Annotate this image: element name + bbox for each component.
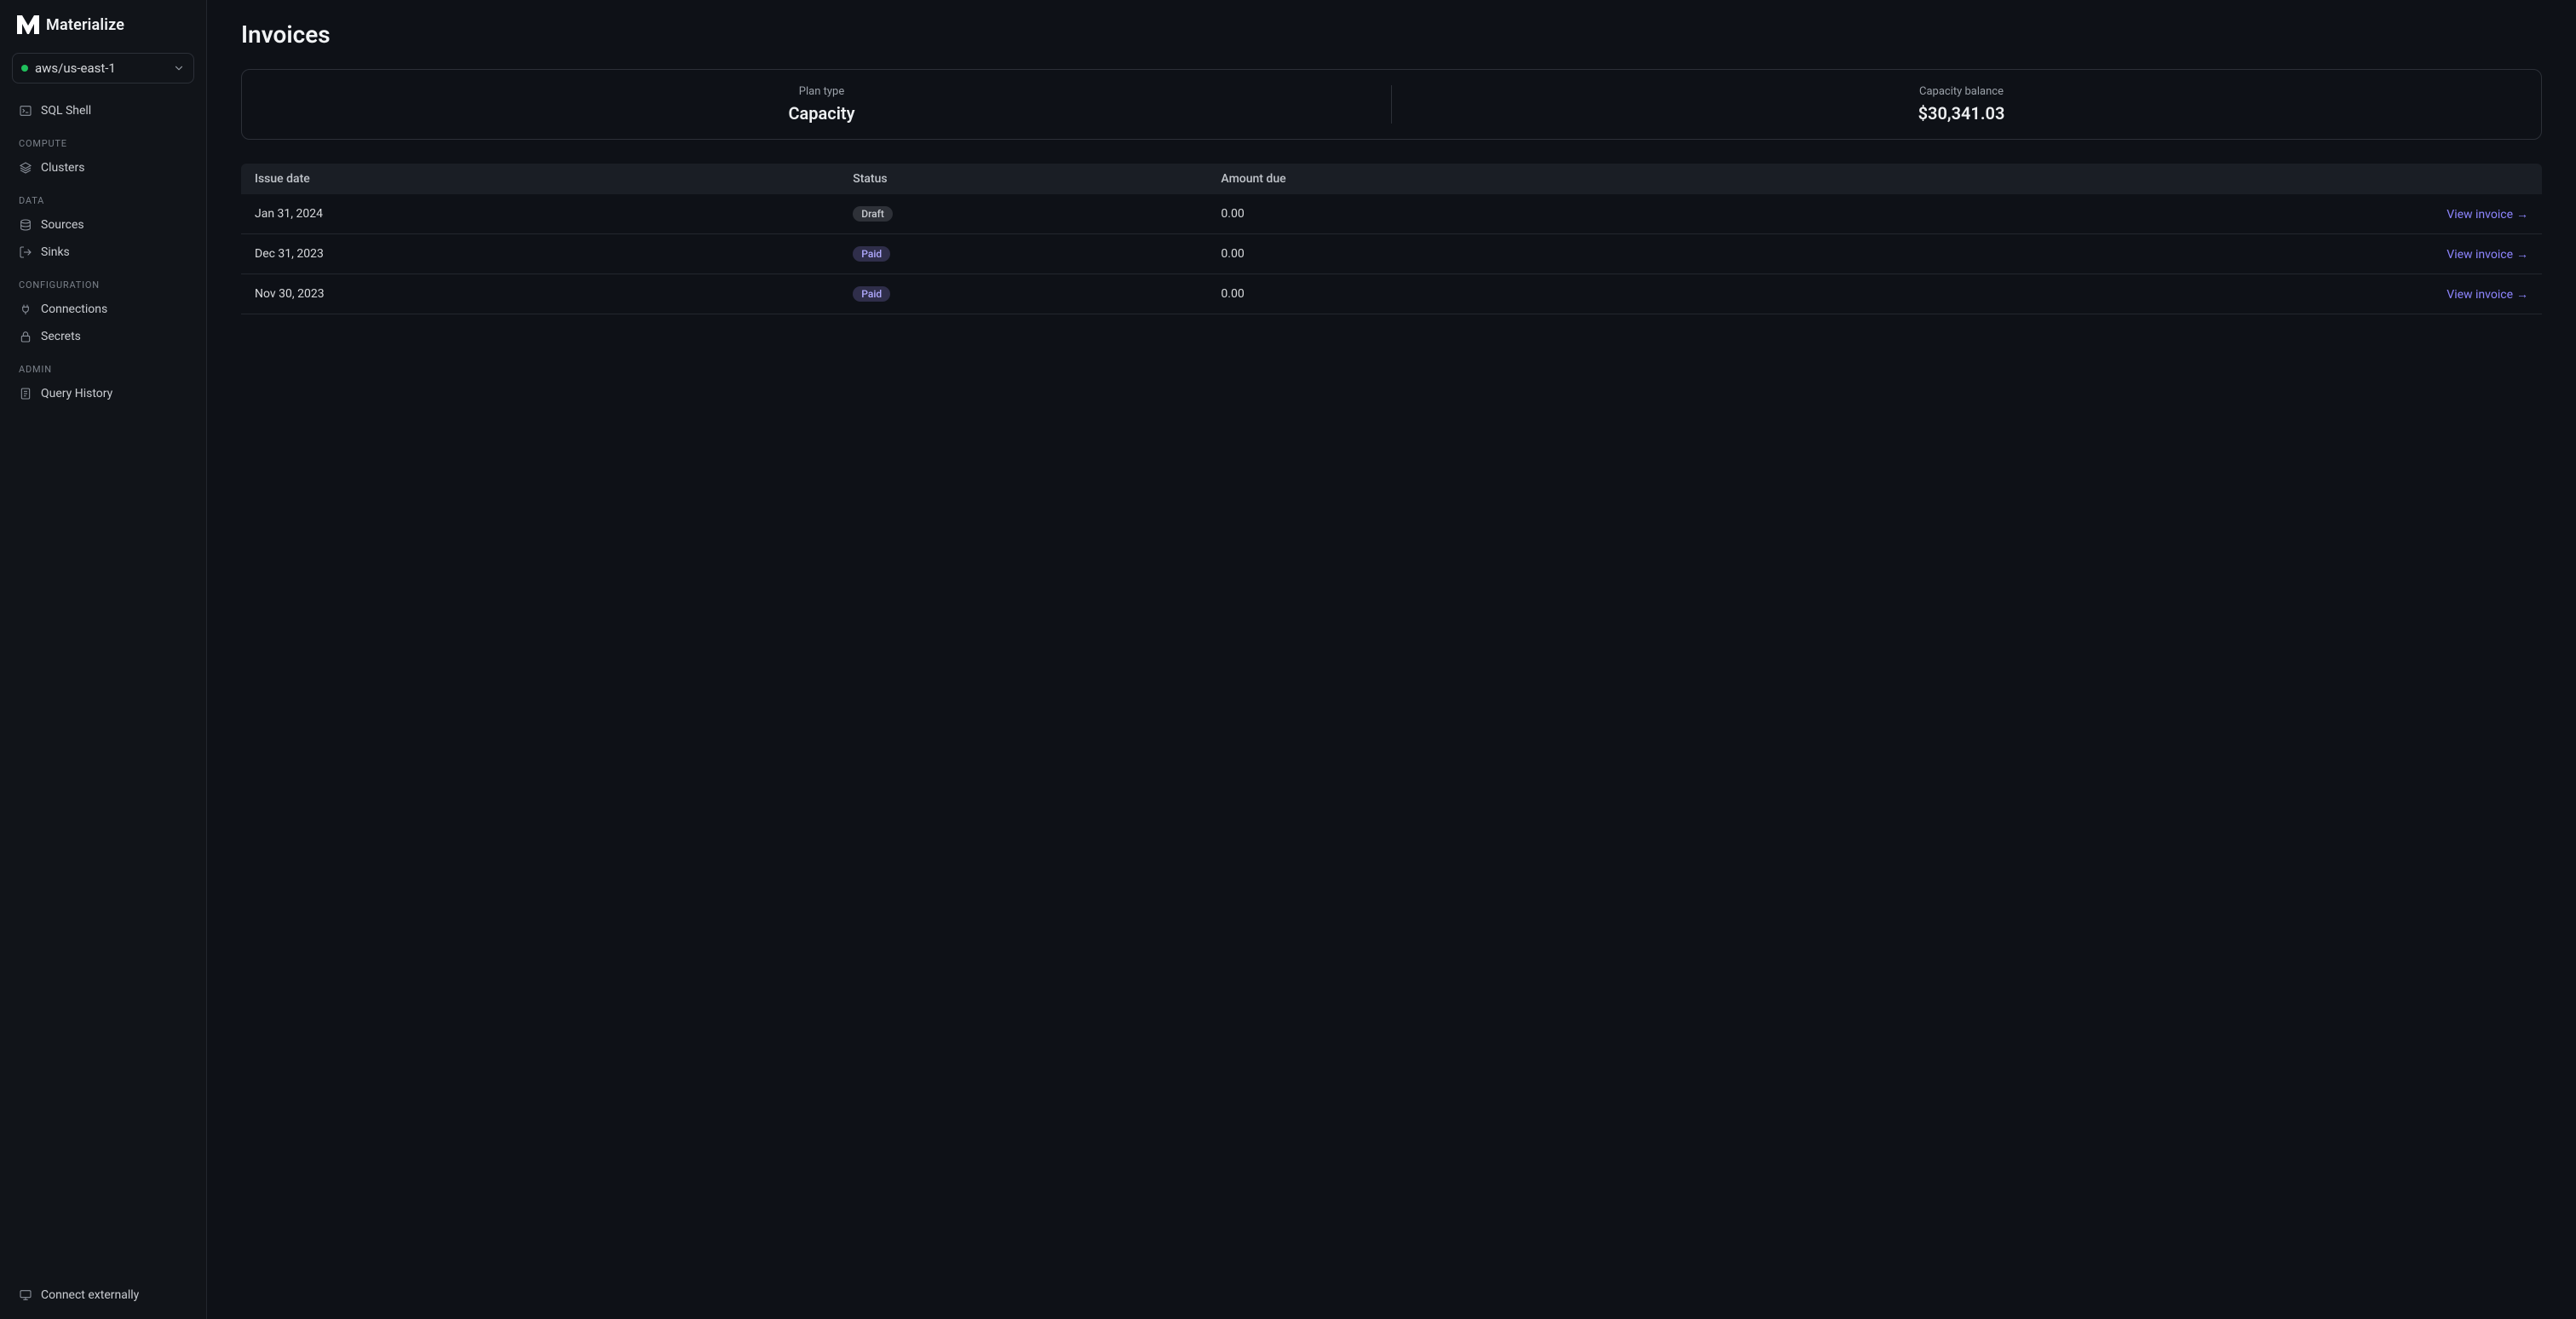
cell-action: View invoice→ [2082,274,2542,314]
sidebar-item-clusters[interactable]: Clusters [12,154,194,181]
summary-value: $30,341.03 [1402,103,2521,124]
cell-status: Draft [839,194,1207,234]
sidebar-item-label: SQL Shell [41,104,91,118]
arrow-right-icon: → [2516,208,2528,222]
summary-plan-type: Plan type Capacity [262,85,1381,124]
arrow-right-icon: → [2516,288,2528,302]
table-row: Dec 31, 2023 Paid 0.00 View invoice→ [241,234,2542,274]
sidebar-item-query-history[interactable]: Query History [12,380,194,407]
sidebar-item-label: Connections [41,302,107,316]
sidebar-item-label: Connect externally [41,1288,139,1302]
col-header-action [2082,164,2542,194]
sidebar-item-sources[interactable]: Sources [12,211,194,239]
sidebar-item-connections[interactable]: Connections [12,296,194,323]
nav-section-compute: COMPUTE [12,130,194,154]
cell-issue-date: Nov 30, 2023 [241,274,839,314]
brand[interactable]: Materialize [12,15,194,34]
col-header-issue-date: Issue date [241,164,839,194]
region-label: aws/us-east-1 [35,60,116,76]
view-invoice-link[interactable]: View invoice→ [2447,208,2528,222]
table-row: Jan 31, 2024 Draft 0.00 View invoice→ [241,194,2542,234]
view-invoice-link[interactable]: View invoice→ [2447,288,2528,302]
document-icon [19,387,32,400]
table-header-row: Issue date Status Amount due [241,164,2542,194]
invoices-table: Issue date Status Amount due Jan 31, 202… [241,164,2542,314]
page-title: Invoices [241,20,2542,49]
col-header-amount-due: Amount due [1207,164,2081,194]
view-invoice-link[interactable]: View invoice→ [2447,248,2528,262]
status-badge: Draft [853,206,893,222]
main-content: Invoices Plan type Capacity Capacity bal… [207,0,2576,1319]
sidebar-item-label: Clusters [41,161,84,175]
cell-action: View invoice→ [2082,194,2542,234]
nav-section-admin: ADMIN [12,355,194,380]
sidebar-item-secrets[interactable]: Secrets [12,323,194,350]
sidebar-item-label: Secrets [41,330,81,343]
region-switcher[interactable]: aws/us-east-1 [12,53,194,84]
cell-amount-due: 0.00 [1207,274,2081,314]
sidebar-item-label: Query History [41,387,112,400]
cell-issue-date: Jan 31, 2024 [241,194,839,234]
layers-icon [19,161,32,175]
plug-icon [19,302,32,316]
nav-section-data: DATA [12,187,194,211]
cell-issue-date: Dec 31, 2023 [241,234,839,274]
table-row: Nov 30, 2023 Paid 0.00 View invoice→ [241,274,2542,314]
sidebar: Materialize aws/us-east-1 SQL Shell COMP… [0,0,207,1319]
cell-status: Paid [839,274,1207,314]
database-icon [19,218,32,232]
cell-amount-due: 0.00 [1207,234,2081,274]
status-badge: Paid [853,246,890,262]
summary-label: Plan type [262,85,1381,98]
sidebar-item-sql-shell[interactable]: SQL Shell [12,97,194,124]
brand-logo-icon [17,15,39,34]
sidebar-item-sinks[interactable]: Sinks [12,239,194,266]
nav-section-configuration: CONFIGURATION [12,271,194,296]
cell-status: Paid [839,234,1207,274]
terminal-icon [19,104,32,118]
logout-icon [19,245,32,259]
status-dot-icon [21,65,28,72]
brand-name: Materialize [46,16,124,34]
sidebar-item-connect-externally[interactable]: Connect externally [12,1282,194,1309]
chevron-down-icon [173,62,185,74]
summary-label: Capacity balance [1402,85,2521,98]
summary-value: Capacity [262,103,1381,124]
sidebar-item-label: Sources [41,218,84,232]
col-header-status: Status [839,164,1207,194]
summary-capacity-balance: Capacity balance $30,341.03 [1402,85,2521,124]
divider [1391,85,1392,124]
status-badge: Paid [853,286,890,302]
monitor-icon [19,1288,32,1302]
cell-action: View invoice→ [2082,234,2542,274]
cell-amount-due: 0.00 [1207,194,2081,234]
billing-summary-card: Plan type Capacity Capacity balance $30,… [241,69,2542,140]
arrow-right-icon: → [2516,248,2528,262]
sidebar-item-label: Sinks [41,245,70,259]
lock-icon [19,330,32,343]
